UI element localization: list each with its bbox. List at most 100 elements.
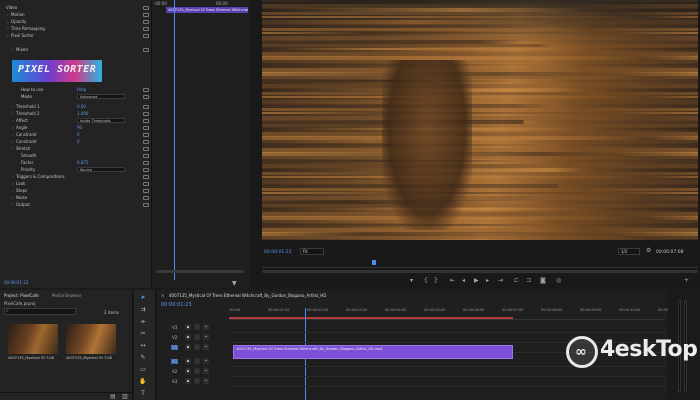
fx-playhead[interactable] <box>174 0 175 280</box>
rectangle-tool-icon[interactable]: ▭ <box>138 366 148 374</box>
project-thumb-2[interactable] <box>66 324 116 354</box>
mark-out-icon[interactable]: } <box>434 277 438 285</box>
program-scrub-ruler[interactable] <box>262 260 698 268</box>
reset-icon[interactable] <box>143 146 149 151</box>
fx-scroll[interactable] <box>156 270 244 273</box>
lock-icon[interactable]: ▪ <box>185 344 191 350</box>
reset-icon[interactable] <box>143 47 149 52</box>
reset-icon[interactable] <box>143 167 149 172</box>
reset-icon[interactable] <box>143 181 149 186</box>
fx-value[interactable]: 0 <box>77 139 80 144</box>
track-label[interactable]: A2 <box>171 369 178 374</box>
fx-value[interactable]: 90 <box>77 125 82 130</box>
slip-tool-icon[interactable]: ↔ <box>138 342 148 350</box>
reset-icon[interactable] <box>143 26 149 31</box>
fx-row[interactable]: › Constraint <box>2 138 37 145</box>
fx-row[interactable]: Video <box>2 4 17 11</box>
program-timecode[interactable]: 00:00:01:23 <box>264 250 291 255</box>
lock-icon[interactable]: ▪ <box>185 358 191 364</box>
fx-row[interactable]: › Angle <box>2 124 27 131</box>
eye-icon[interactable]: • <box>203 334 209 340</box>
mark-in-icon[interactable]: { <box>424 277 428 285</box>
fx-row[interactable]: How to use <box>2 86 43 93</box>
fx-row[interactable]: › Look <box>2 180 25 187</box>
fx-row[interactable]: Mode <box>2 93 32 100</box>
fx-row[interactable]: Smooth <box>2 152 36 159</box>
fx-row[interactable]: › Mixed <box>2 46 28 53</box>
step-forward-icon[interactable]: ▸ <box>486 277 489 285</box>
go-to-out-icon[interactable]: ⇥ <box>498 277 503 285</box>
program-playhead-marker[interactable] <box>372 260 376 265</box>
timeline-tab[interactable]: 4007135_Mystical Of Trees Ethereal Witch… <box>169 293 326 298</box>
new-item-icon[interactable]: ▤ <box>110 393 116 400</box>
fx-row[interactable]: Priority <box>2 166 35 173</box>
fx-value[interactable]: 1.000 <box>77 111 88 116</box>
timeline-timecode[interactable]: 00:00:01:23 <box>161 302 192 308</box>
reset-icon[interactable] <box>143 160 149 165</box>
fx-row[interactable]: › Output <box>2 201 30 208</box>
eye-icon[interactable]: • <box>203 368 209 374</box>
track-label[interactable]: A1 <box>171 359 179 364</box>
reset-icon[interactable] <box>143 174 149 179</box>
fx-value[interactable]: Help <box>77 87 86 92</box>
project-thumb-1[interactable] <box>8 324 58 354</box>
reset-icon[interactable] <box>143 139 149 144</box>
fx-row[interactable]: › Constraint <box>2 131 37 138</box>
timeline-clip[interactable]: 4007135_Mystical Of Trees Ethereal Witch… <box>233 345 513 359</box>
reset-icon[interactable] <box>143 118 149 123</box>
reset-icon[interactable] <box>143 5 149 10</box>
fx-row[interactable]: › Motion <box>2 11 25 18</box>
reset-icon[interactable] <box>143 153 149 158</box>
fx-value[interactable]: 0.875 <box>77 160 88 165</box>
eye-icon[interactable]: • <box>203 324 209 330</box>
timeline-ruler[interactable]: :00:00 00:00:01:00 00:00:02:00 00:00:03:00 0… <box>229 308 679 320</box>
type-tool-icon[interactable]: T <box>138 390 148 398</box>
fx-row[interactable]: › Threshold 2 <box>2 110 40 117</box>
lock-icon[interactable]: ▪ <box>185 368 191 374</box>
selection-tool-icon[interactable]: ➤ <box>138 294 148 302</box>
add-marker-icon[interactable]: ▾ <box>410 277 413 285</box>
go-to-in-icon[interactable]: ⇤ <box>450 277 455 285</box>
lock-icon[interactable]: ▪ <box>185 378 191 384</box>
track-label[interactable]: V1 <box>171 345 179 350</box>
sync-icon[interactable]: ◦ <box>194 358 200 364</box>
hand-tool-icon[interactable]: ✋ <box>138 378 148 386</box>
reset-icon[interactable] <box>143 104 149 109</box>
fx-row[interactable]: › Triggers & Compositions <box>2 173 65 180</box>
fx-clip-bar[interactable]: 4007135_Mystical Of Trees Ethereal Witch… <box>166 7 248 13</box>
reset-icon[interactable] <box>143 188 149 193</box>
reset-icon[interactable] <box>143 195 149 200</box>
fx-row[interactable]: › Opacity <box>2 18 26 25</box>
fx-value[interactable]: 0.00 <box>77 104 86 109</box>
tab-project[interactable]: Project: PixelCafe <box>4 293 39 298</box>
pen-tool-icon[interactable]: ✎ <box>138 354 148 362</box>
reset-icon[interactable] <box>143 111 149 116</box>
razor-tool-icon[interactable]: ✂ <box>138 330 148 338</box>
program-quality-select[interactable]: 1/2 <box>618 248 640 255</box>
camera-icon[interactable]: ◙ <box>540 277 546 285</box>
reset-icon[interactable] <box>143 12 149 17</box>
track-select-icon[interactable]: ⇉ <box>138 306 148 314</box>
fx-row[interactable]: › Threshold 1 <box>2 103 40 110</box>
fx-row[interactable]: › Pixel Sorter <box>2 32 34 39</box>
fx-row[interactable]: Factor <box>2 159 33 166</box>
effect-controls-timeline[interactable]: :00:00 00:00: 4007135_Mystical Of Trees … <box>152 0 250 288</box>
eye-icon[interactable]: • <box>203 344 209 350</box>
track-label[interactable]: V2 <box>171 335 178 340</box>
tab-media-browser[interactable]: Media Browser <box>52 293 82 298</box>
add-button-icon[interactable]: + <box>684 277 689 285</box>
program-fit-select[interactable]: Fit <box>300 248 324 255</box>
sync-icon[interactable]: ◦ <box>194 334 200 340</box>
reset-icon[interactable] <box>143 202 149 207</box>
lock-icon[interactable]: ▪ <box>185 324 191 330</box>
fx-dropdown[interactable]: Source <box>77 167 125 172</box>
track-label[interactable]: A3 <box>171 379 178 384</box>
play-icon[interactable]: ▶ <box>474 277 479 285</box>
fx-row[interactable]: › Affect <box>2 117 28 124</box>
reset-icon[interactable] <box>143 87 149 92</box>
overwrite-icon[interactable]: ⊐ <box>526 277 531 285</box>
fx-dropdown[interactable]: Inside Thresholds <box>77 118 125 123</box>
eye-icon[interactable]: • <box>203 358 209 364</box>
vr-icon[interactable]: ◎ <box>556 277 561 285</box>
sync-icon[interactable]: ◦ <box>194 368 200 374</box>
